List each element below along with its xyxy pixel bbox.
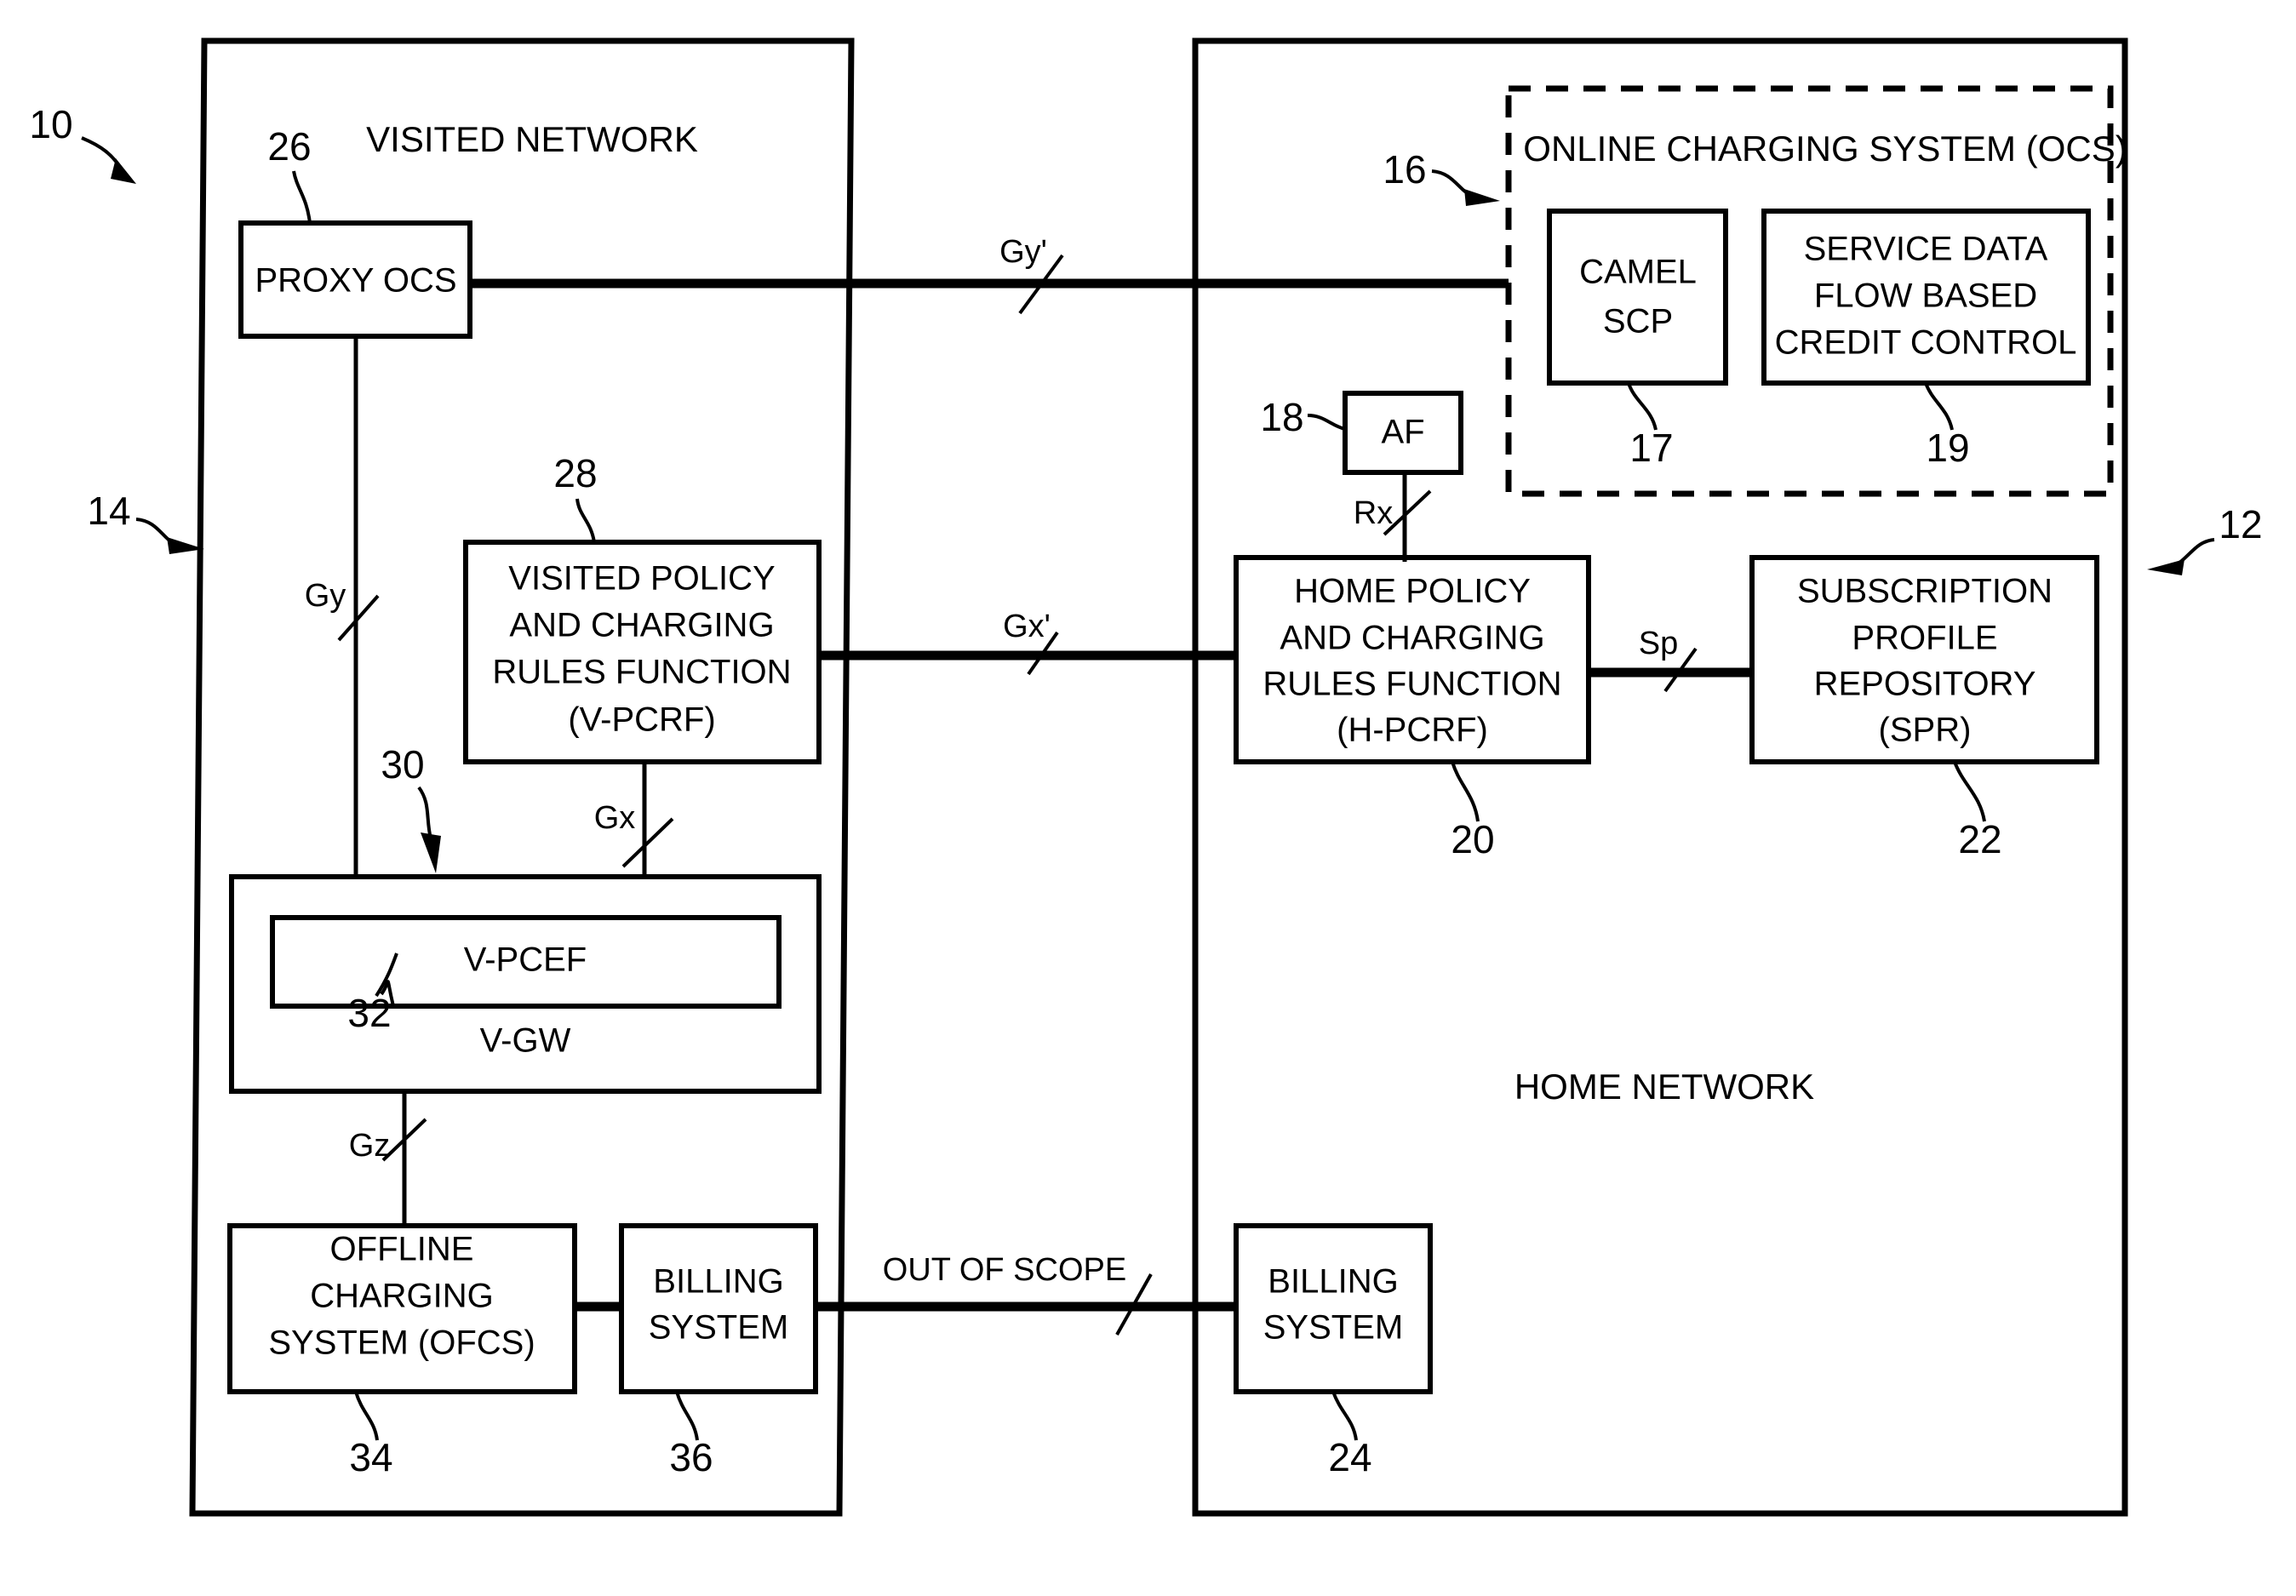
ref-leader-24: [1331, 1391, 1358, 1441]
node-billing-visited-line1: BILLING: [653, 1263, 783, 1301]
ref-leader-36: [675, 1391, 699, 1441]
ref-numeral-26: 26: [267, 124, 311, 169]
ref-numeral-17: 17: [1629, 426, 1673, 470]
ref-numeral-18: 18: [1260, 395, 1303, 439]
node-v-gw-label: V-GW: [480, 1022, 571, 1060]
node-h-pcrf-line1: HOME POLICY: [1294, 573, 1531, 610]
node-h-pcrf-line2: AND CHARGING: [1280, 620, 1544, 657]
node-ofcs-line1: OFFLINE: [330, 1231, 474, 1268]
ref-leader-20: [1451, 761, 1480, 822]
ref-numeral-20: 20: [1451, 817, 1494, 861]
ref-leader-26: [292, 170, 312, 224]
interface-label-gz: Gz: [349, 1128, 391, 1164]
node-camel-scp-line1: CAMEL: [1579, 254, 1697, 291]
node-v-pcef-label: V-PCEF: [464, 941, 587, 979]
ref-numeral-32: 32: [347, 991, 391, 1035]
ref-numeral-36: 36: [669, 1435, 713, 1479]
patent-diagram: PROXY OCS CAMEL SCP SERVICE DATA FLOW BA…: [29, 37, 2263, 1517]
node-spr-line2: PROFILE: [1852, 620, 1997, 657]
ref-arrow-16: [1464, 189, 1500, 206]
node-v-pcrf-line2: AND CHARGING: [509, 607, 774, 644]
ref-arrow-30: [421, 832, 441, 873]
node-v-pcrf-line3: RULES FUNCTION: [492, 654, 791, 691]
interface-label-gy: Gy: [305, 578, 346, 614]
ref-leader-19: [1924, 382, 1954, 431]
node-camel-scp[interactable]: [1547, 209, 1728, 386]
ref-numeral-14: 14: [87, 489, 130, 533]
interface-label-gy-prime: Gy': [999, 234, 1047, 270]
node-camel-scp-line2: SCP: [1603, 303, 1673, 340]
ocs-title: ONLINE CHARGING SYSTEM (OCS): [1523, 129, 2127, 169]
ref-numeral-24: 24: [1328, 1435, 1371, 1479]
node-sdf-credit-line3: CREDIT CONTROL: [1775, 324, 2077, 362]
ref-leader-18: [1307, 414, 1346, 431]
ref-leader-34: [354, 1391, 379, 1441]
ref-numeral-12: 12: [2219, 502, 2262, 546]
ref-leader-30: [417, 786, 432, 839]
node-h-pcrf-line4: (H-PCRF): [1337, 712, 1488, 749]
ref-numeral-22: 22: [1958, 817, 2001, 861]
node-af-label: AF: [1381, 414, 1424, 451]
node-billing-visited-line2: SYSTEM: [649, 1309, 788, 1347]
node-proxy-ocs-label: PROXY OCS: [255, 262, 456, 300]
ref-numeral-10: 10: [29, 102, 72, 146]
node-spr-line3: REPOSITORY: [1814, 666, 2036, 703]
node-v-pcrf-line1: VISITED POLICY: [508, 560, 775, 598]
node-v-pcrf-line4: (V-PCRF): [568, 701, 715, 739]
ref-numeral-19: 19: [1926, 426, 1969, 470]
ref-numeral-30: 30: [381, 742, 424, 787]
interface-label-gx: Gx: [594, 800, 636, 836]
home-network-title: HOME NETWORK: [1514, 1067, 1814, 1107]
node-billing-home-line1: BILLING: [1268, 1263, 1398, 1301]
ref-arrow-12: [2147, 559, 2184, 575]
node-sdf-credit-line1: SERVICE DATA: [1804, 231, 2048, 268]
interface-label-gx-prime: Gx': [1003, 609, 1051, 644]
ref-leader-17: [1627, 382, 1658, 431]
interface-label-out-of-scope: OUT OF SCOPE: [883, 1252, 1126, 1288]
ref-leader-22: [1953, 761, 1986, 822]
ref-numeral-34: 34: [349, 1435, 392, 1479]
interface-label-rx: Rx: [1354, 495, 1393, 531]
ref-leader-28: [575, 498, 596, 543]
node-spr-line4: (SPR): [1879, 712, 1972, 749]
node-h-pcrf-line3: RULES FUNCTION: [1263, 666, 1561, 703]
node-billing-home-line2: SYSTEM: [1263, 1309, 1403, 1347]
ref-numeral-16: 16: [1383, 147, 1426, 192]
figure-canvas: PROXY OCS CAMEL SCP SERVICE DATA FLOW BA…: [0, 0, 2296, 1596]
ref-leader-32b: [375, 952, 398, 998]
interface-label-sp: Sp: [1639, 626, 1678, 661]
node-spr-line1: SUBSCRIPTION: [1797, 573, 2053, 610]
ref-numeral-28: 28: [553, 451, 597, 495]
node-ofcs-line2: CHARGING: [310, 1278, 494, 1315]
node-ofcs-line3: SYSTEM (OFCS): [268, 1324, 535, 1362]
visited-network-title: VISITED NETWORK: [366, 119, 698, 159]
node-sdf-credit-line2: FLOW BASED: [1814, 277, 2037, 315]
